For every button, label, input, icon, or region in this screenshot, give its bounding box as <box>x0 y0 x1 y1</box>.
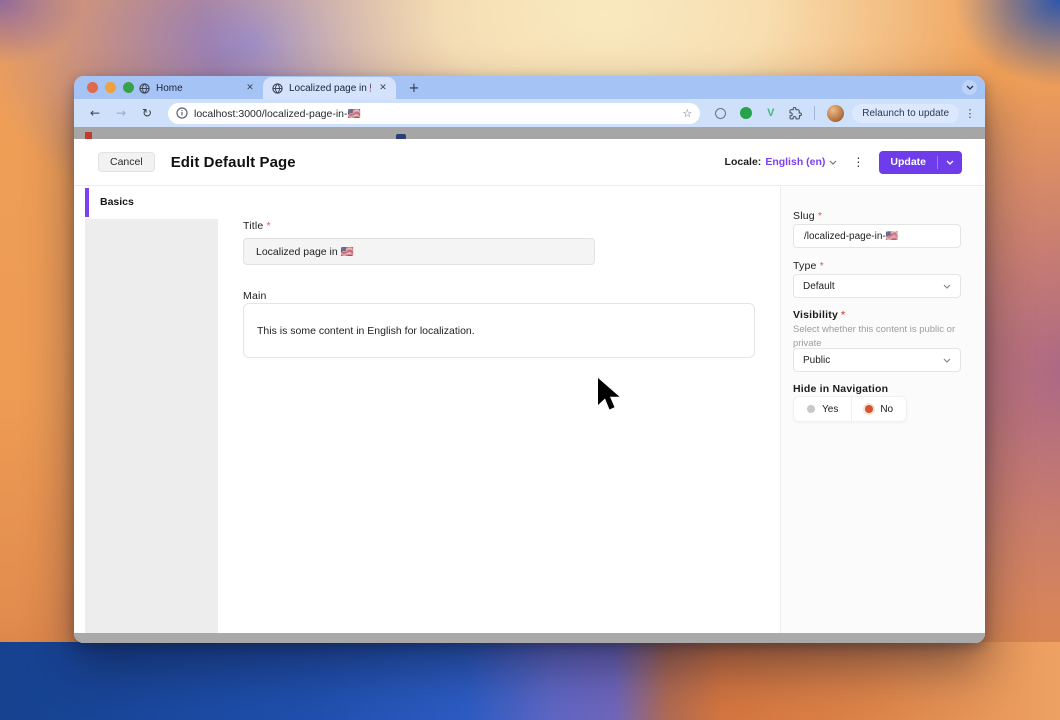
main-richtext-editor[interactable]: This is some content in English for loca… <box>243 303 755 358</box>
radio-dot-unselected <box>807 405 815 413</box>
tab-strip: Home ✕ Localized page in 🇺🇸 ✕ + <box>74 76 985 99</box>
browser-window: Home ✕ Localized page in 🇺🇸 ✕ + ← → <box>74 76 985 643</box>
tab-list-chevron-button[interactable] <box>962 80 977 95</box>
top-strip-marker <box>85 132 92 139</box>
locale-selector[interactable]: Locale: English (en) <box>725 156 838 168</box>
slug-field-label: Slug * <box>793 210 823 222</box>
page-title: Edit Default Page <box>170 153 296 171</box>
chevron-down-icon <box>943 284 951 289</box>
tab-localized-page[interactable]: Localized page in 🇺🇸 ✕ <box>263 77 396 99</box>
globe-favicon-icon <box>139 82 150 94</box>
bookmark-star-icon[interactable]: ☆ <box>682 107 692 120</box>
required-mark: * <box>266 220 271 232</box>
locale-value: English (en) <box>765 156 826 168</box>
visibility-field-label: Visibility * <box>793 309 846 321</box>
url-text: localhost:3000/localized-page-in-🇺🇸 <box>194 107 361 120</box>
tab-basics[interactable]: Basics <box>100 196 134 208</box>
left-sidebar-panel <box>85 219 218 633</box>
type-field-label: Type * <box>793 260 824 272</box>
slug-input[interactable] <box>793 224 961 248</box>
chevron-down-icon <box>943 358 951 363</box>
profile-avatar[interactable] <box>827 104 845 122</box>
relaunch-to-update-button[interactable]: Relaunch to update <box>852 103 959 123</box>
forward-button[interactable]: → <box>110 106 132 120</box>
visibility-select[interactable]: Public <box>793 348 961 372</box>
radio-option-yes[interactable]: Yes <box>794 397 851 421</box>
address-bar[interactable]: localhost:3000/localized-page-in-🇺🇸 ☆ <box>168 102 701 124</box>
extension-icon-1[interactable] <box>710 107 731 119</box>
globe-favicon-icon <box>272 82 283 94</box>
hide-in-navigation-radio-group: Yes No <box>793 396 908 422</box>
mouse-cursor <box>596 376 621 411</box>
tab-label: Home <box>156 82 183 94</box>
radio-dot-selected <box>865 405 874 413</box>
radio-option-no[interactable]: No <box>851 397 906 421</box>
locale-label: Locale: <box>724 156 762 168</box>
extensions-puzzle-icon[interactable] <box>785 106 806 120</box>
close-tab-icon[interactable]: ✕ <box>244 83 256 93</box>
edit-header: Cancel Edit Default Page Locale: English… <box>74 139 985 186</box>
zoom-window-button[interactable] <box>123 82 134 93</box>
main-field-label: Main <box>243 290 267 302</box>
minimize-window-button[interactable] <box>105 82 116 93</box>
close-tab-icon[interactable]: ✕ <box>377 83 389 93</box>
tab-label: Localized page in 🇺🇸 <box>289 82 371 94</box>
title-input[interactable] <box>243 238 595 265</box>
chevron-down-icon <box>829 160 837 165</box>
browser-menu-icon[interactable]: ⋮ <box>963 107 977 120</box>
update-button[interactable]: Update <box>879 150 962 174</box>
wallpaper-bottom-band <box>0 642 1060 720</box>
hide-in-navigation-label: Hide in Navigation <box>793 383 889 395</box>
extension-icon-2[interactable] <box>735 107 756 119</box>
vue-devtools-icon[interactable]: V <box>760 107 781 119</box>
page-content: Cancel Edit Default Page Locale: English… <box>74 127 985 643</box>
active-tab-indicator <box>85 188 89 217</box>
update-chevron-icon[interactable] <box>938 160 962 165</box>
page-bottom-strip <box>74 633 985 643</box>
window-controls <box>87 82 134 93</box>
type-select[interactable]: Default <box>793 274 961 298</box>
page-top-strip <box>74 127 985 139</box>
desktop-wallpaper: Home ✕ Localized page in 🇺🇸 ✕ + ← → <box>0 0 1060 720</box>
browser-toolbar: ← → ↻ localhost:3000/localized-page-in-🇺… <box>74 99 985 127</box>
cancel-button[interactable]: Cancel <box>98 152 155 172</box>
toolbar-separator <box>814 106 816 120</box>
title-field-label: Title * <box>243 220 271 232</box>
document-menu-icon[interactable]: ⋮ <box>850 155 866 169</box>
back-button[interactable]: ← <box>84 106 106 120</box>
site-info-icon[interactable] <box>176 107 188 119</box>
reload-button[interactable]: ↻ <box>136 106 158 120</box>
tab-home[interactable]: Home ✕ <box>130 77 263 99</box>
close-window-button[interactable] <box>87 82 98 93</box>
new-tab-button[interactable]: + <box>404 78 424 98</box>
